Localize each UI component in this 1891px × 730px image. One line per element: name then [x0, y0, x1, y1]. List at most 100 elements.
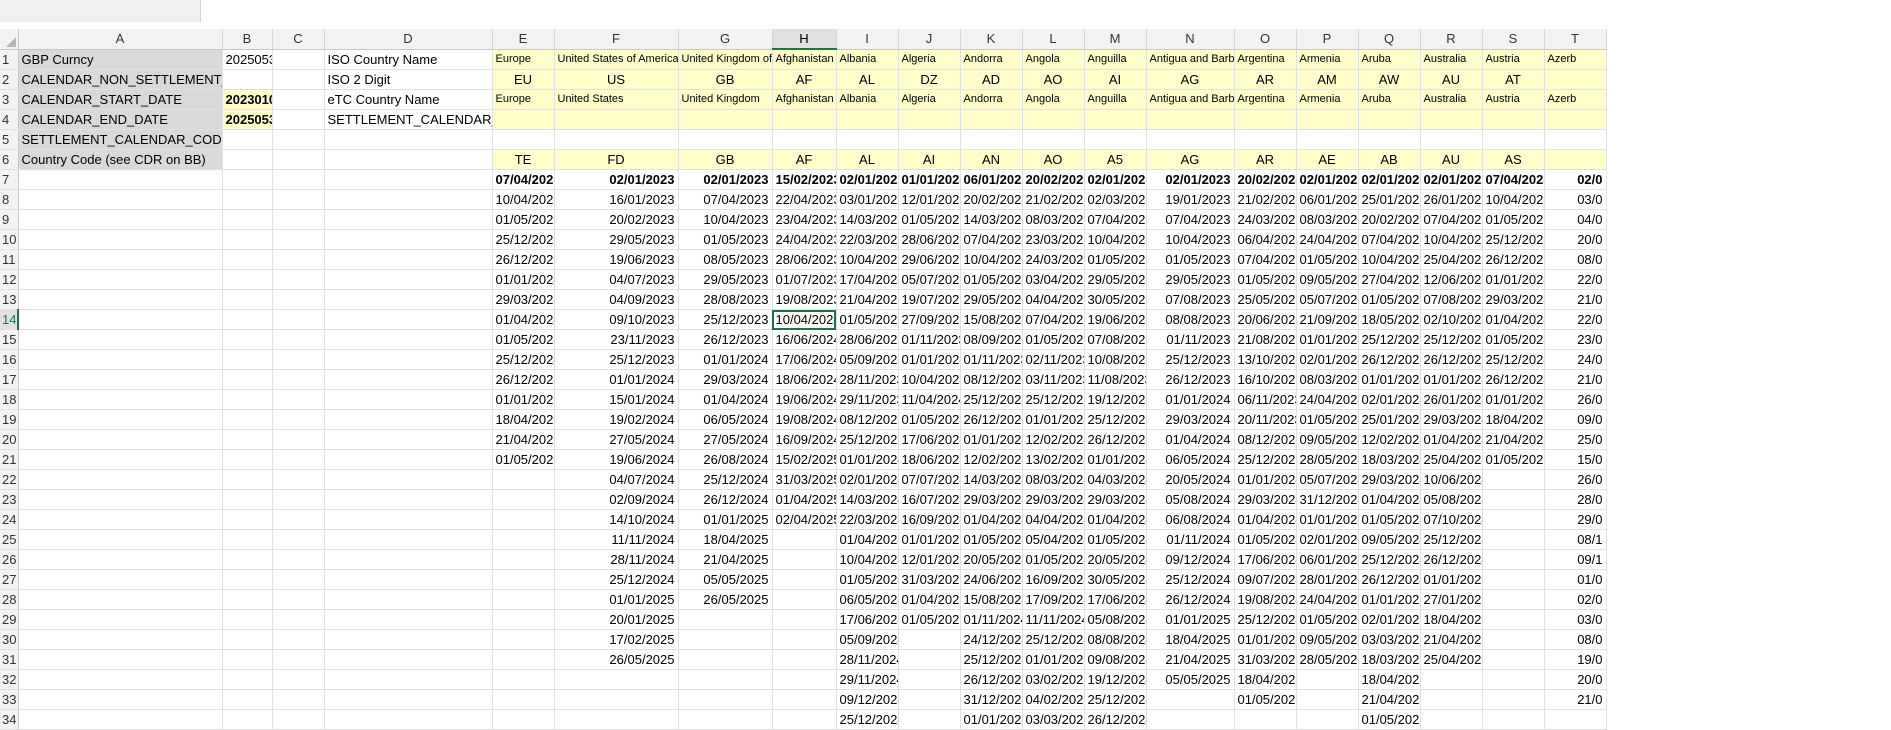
cell-p26[interactable]: 06/01/2025	[1296, 549, 1359, 570]
cell-i14[interactable]: 01/05/2023	[836, 309, 899, 330]
cell-j26[interactable]: 12/01/2025	[898, 549, 961, 570]
cell-g8[interactable]: 07/04/2023	[678, 189, 773, 210]
cell-r27[interactable]: 01/01/2025	[1420, 569, 1483, 590]
cell-b19[interactable]	[222, 409, 273, 430]
cell-d33[interactable]	[324, 689, 493, 710]
cell-e8[interactable]: 10/04/2023	[492, 189, 555, 210]
cell-j32[interactable]	[898, 669, 961, 690]
cell-c4[interactable]	[272, 109, 325, 130]
cell-l31[interactable]: 01/01/2025	[1022, 649, 1085, 670]
row-header[interactable]: 34	[0, 709, 19, 730]
cell-e17[interactable]: 26/12/2024	[492, 369, 555, 390]
cell-h5[interactable]	[772, 129, 837, 150]
cell-a23[interactable]	[18, 489, 223, 510]
cell-k10[interactable]: 07/04/2023	[960, 229, 1023, 250]
cell-n32[interactable]: 05/05/2025	[1146, 669, 1235, 690]
cell-m25[interactable]: 01/05/2024	[1084, 529, 1147, 550]
cell-c17[interactable]	[272, 369, 325, 390]
cell-k13[interactable]: 29/05/2023	[960, 289, 1023, 310]
select-all-corner[interactable]	[0, 29, 19, 50]
cell-n33[interactable]	[1146, 689, 1235, 710]
cell-h19[interactable]: 19/08/2024	[772, 409, 837, 430]
cell-h21[interactable]: 15/02/2025	[772, 449, 837, 470]
column-header-q[interactable]: Q	[1358, 29, 1421, 50]
cell-q17[interactable]: 01/01/2024	[1358, 369, 1421, 390]
cell-a22[interactable]	[18, 469, 223, 490]
cell-m6[interactable]: A5	[1084, 149, 1147, 170]
cell-c25[interactable]	[272, 529, 325, 550]
cell-q20[interactable]: 12/02/2024	[1358, 429, 1421, 450]
row-header[interactable]: 26	[0, 549, 19, 570]
cell-s14[interactable]: 01/04/2024	[1482, 309, 1545, 330]
cell-d21[interactable]	[324, 449, 493, 470]
cell-i26[interactable]: 10/04/2024	[836, 549, 899, 570]
cell-g19[interactable]: 06/05/2024	[678, 409, 773, 430]
cell-k8[interactable]: 20/02/2023	[960, 189, 1023, 210]
cell-f20[interactable]: 27/05/2024	[554, 429, 679, 450]
cell-a12[interactable]	[18, 269, 223, 290]
cell-i20[interactable]: 25/12/2023	[836, 429, 899, 450]
cell-g1[interactable]: United Kingdom of Grea	[678, 49, 773, 70]
cell-d22[interactable]	[324, 469, 493, 490]
cell-a1[interactable]: GBP Curncy	[18, 49, 223, 70]
cell-d32[interactable]	[324, 669, 493, 690]
cell-p34[interactable]	[1296, 709, 1359, 730]
cell-b33[interactable]	[222, 689, 273, 710]
column-header-j[interactable]: J	[898, 29, 961, 50]
cell-h27[interactable]	[772, 569, 837, 590]
cell-e3[interactable]: Europe	[492, 89, 555, 110]
cell-l28[interactable]: 17/09/2024	[1022, 589, 1085, 610]
cell-l13[interactable]: 04/04/2023	[1022, 289, 1085, 310]
cell-q19[interactable]: 25/01/2024	[1358, 409, 1421, 430]
cell-t31[interactable]: 19/0	[1544, 649, 1607, 670]
cell-b20[interactable]	[222, 429, 273, 450]
cell-k21[interactable]: 12/02/2024	[960, 449, 1023, 470]
row-header[interactable]: 9	[0, 209, 19, 230]
cell-g26[interactable]: 21/04/2025	[678, 549, 773, 570]
cell-d10[interactable]	[324, 229, 493, 250]
cell-p1[interactable]: Armenia	[1296, 49, 1359, 70]
spreadsheet-grid[interactable]: ABCDEFGHIJKLMNOPQRST1GBP Curncy20250531I…	[0, 29, 1607, 730]
cell-g31[interactable]	[678, 649, 773, 670]
cell-m19[interactable]: 25/12/2023	[1084, 409, 1147, 430]
cell-a17[interactable]	[18, 369, 223, 390]
cell-c22[interactable]	[272, 469, 325, 490]
cell-j27[interactable]: 31/03/2025	[898, 569, 961, 590]
row-header[interactable]: 21	[0, 449, 19, 470]
column-header-b[interactable]: B	[222, 29, 273, 50]
cell-f14[interactable]: 09/10/2023	[554, 309, 679, 330]
cell-a25[interactable]	[18, 529, 223, 550]
cell-q10[interactable]: 07/04/2023	[1358, 229, 1421, 250]
cell-n7[interactable]: 02/01/2023	[1146, 169, 1235, 190]
cell-h12[interactable]: 01/07/2023	[772, 269, 837, 290]
cell-k30[interactable]: 24/12/2024	[960, 629, 1023, 650]
cell-l2[interactable]: AO	[1022, 69, 1085, 90]
cell-n20[interactable]: 01/04/2024	[1146, 429, 1235, 450]
cell-e12[interactable]: 01/01/2024	[492, 269, 555, 290]
cell-n16[interactable]: 25/12/2023	[1146, 349, 1235, 370]
cell-t29[interactable]: 03/0	[1544, 609, 1607, 630]
row-header[interactable]: 28	[0, 589, 19, 610]
cell-t1[interactable]: Azerb	[1544, 49, 1607, 70]
cell-m4[interactable]	[1084, 109, 1147, 130]
cell-c9[interactable]	[272, 209, 325, 230]
cell-h32[interactable]	[772, 669, 837, 690]
cell-e28[interactable]	[492, 589, 555, 610]
cell-o34[interactable]	[1234, 709, 1297, 730]
cell-h33[interactable]	[772, 689, 837, 710]
cell-f11[interactable]: 19/06/2023	[554, 249, 679, 270]
cell-d5[interactable]	[324, 129, 493, 150]
cell-j1[interactable]: Algeria	[898, 49, 961, 70]
cell-j18[interactable]: 11/04/2024	[898, 389, 961, 410]
cell-d34[interactable]	[324, 709, 493, 730]
cell-m30[interactable]: 08/08/2024	[1084, 629, 1147, 650]
cell-l19[interactable]: 01/01/2024	[1022, 409, 1085, 430]
cell-k4[interactable]	[960, 109, 1023, 130]
cell-m12[interactable]: 29/05/2023	[1084, 269, 1147, 290]
cell-b32[interactable]	[222, 669, 273, 690]
cell-m7[interactable]: 02/01/2023	[1084, 169, 1147, 190]
cell-d24[interactable]	[324, 509, 493, 530]
cell-e27[interactable]	[492, 569, 555, 590]
cell-b15[interactable]	[222, 329, 273, 350]
cell-r26[interactable]: 26/12/2024	[1420, 549, 1483, 570]
